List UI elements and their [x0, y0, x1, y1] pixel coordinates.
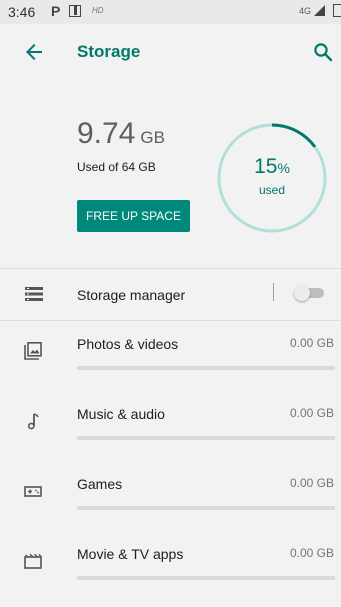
percent-sign: %	[277, 160, 290, 176]
music-note-icon	[27, 413, 39, 430]
storage-manager-label: Storage manager	[77, 287, 186, 303]
search-icon[interactable]	[311, 40, 335, 64]
category-label: Photos & videos	[77, 336, 179, 352]
percent-used-label: used	[258, 183, 286, 197]
status-bar: 3:46 P HD 4G	[0, 0, 341, 24]
category-size: 0.00 GB	[289, 336, 334, 350]
gamepad-icon	[24, 486, 42, 497]
category-label: Games	[77, 476, 123, 492]
notification-p-icon: P	[51, 3, 61, 19]
storage-manager-row[interactable]: Storage manager	[0, 270, 341, 320]
vertical-divider	[273, 283, 274, 301]
category-label: Movie & TV apps	[77, 546, 184, 562]
category-label: Music & audio	[77, 406, 165, 422]
status-time: 3:46	[8, 4, 36, 20]
app-bar: Storage	[0, 24, 341, 80]
used-amount: 9.74 GB	[77, 117, 165, 151]
image-icon	[24, 342, 42, 360]
free-up-space-button[interactable]: FREE UP SPACE	[77, 200, 190, 232]
storage-manager-icon	[25, 287, 43, 301]
hd-indicator: HD	[92, 6, 104, 15]
arrow-back-icon[interactable]	[22, 40, 46, 64]
category-row-photos[interactable]: Photos & videos 0.00 GB	[0, 320, 341, 390]
movie-icon	[24, 553, 42, 569]
percent-number: 15	[254, 155, 278, 178]
page-title: Storage	[77, 42, 141, 61]
divider	[0, 268, 341, 269]
category-usage-bar	[77, 576, 335, 580]
category-size: 0.00 GB	[289, 476, 334, 490]
network-type: 4G	[298, 6, 311, 16]
storage-manager-toggle[interactable]	[294, 285, 324, 301]
category-usage-bar	[77, 436, 335, 440]
used-unit: GB	[140, 128, 165, 147]
category-row-music[interactable]: Music & audio 0.00 GB	[0, 390, 341, 460]
used-of-total: Used of 64 GB	[77, 160, 156, 174]
sim-card-icon	[69, 5, 81, 17]
category-row-movies[interactable]: Movie & TV apps 0.00 GB	[0, 530, 341, 600]
category-size: 0.00 GB	[289, 546, 334, 560]
toggle-thumb	[294, 285, 310, 301]
category-row-games[interactable]: Games 0.00 GB	[0, 460, 341, 530]
battery-icon	[333, 4, 341, 17]
signal-icon	[314, 5, 325, 16]
category-size: 0.00 GB	[289, 406, 334, 420]
used-value: 9.74	[77, 117, 136, 150]
category-usage-bar	[77, 366, 335, 370]
percent-used-value: 15%	[214, 155, 330, 179]
category-usage-bar	[77, 506, 335, 510]
